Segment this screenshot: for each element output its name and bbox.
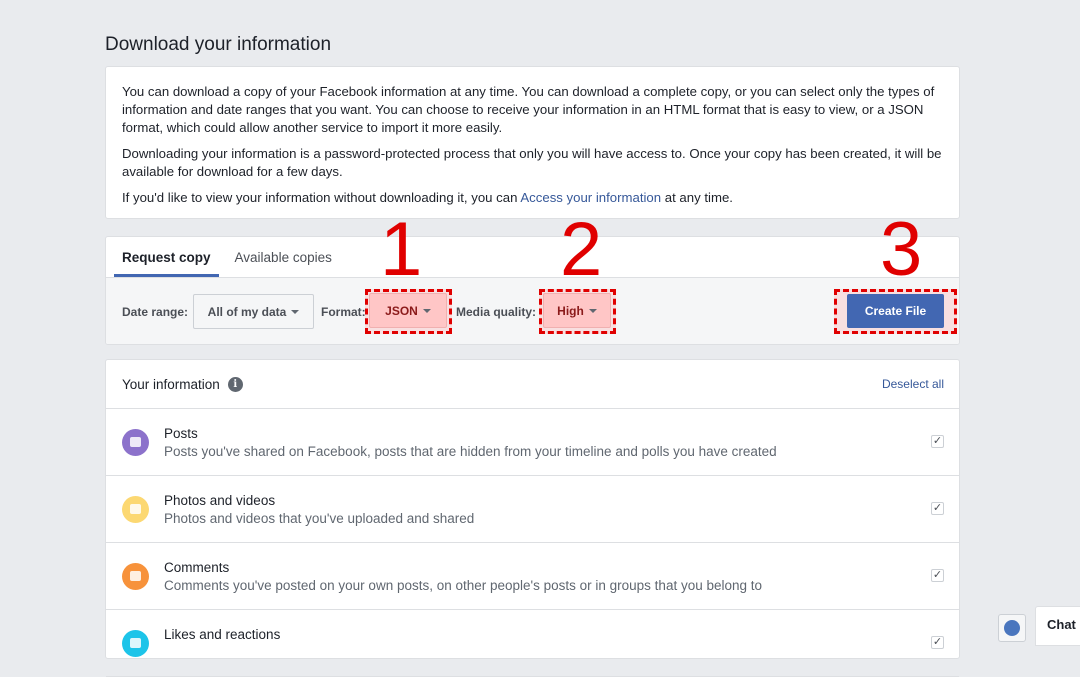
category-icon (122, 429, 149, 456)
create-file-button[interactable]: Create File (847, 294, 944, 328)
intro-text: You can download a copy of your Facebook… (122, 84, 935, 135)
your-information-card: Your information i Deselect all Posts Po… (105, 359, 960, 677)
date-range-label: Date range: (122, 305, 189, 319)
format-label: Format: (321, 305, 366, 319)
caret-down-icon (422, 308, 431, 313)
annotation-number: 2 (560, 207, 603, 292)
info-category-row[interactable]: Photos and videos Photos and videos that… (106, 476, 959, 543)
tabs: Request copy Available copies (106, 237, 959, 278)
access-your-information-link[interactable]: Access your information (520, 190, 661, 205)
category-icon (122, 630, 149, 657)
info-icon[interactable]: i (227, 376, 243, 392)
category-checkbox[interactable]: ✓ (931, 569, 944, 582)
text: at any time. (661, 190, 733, 205)
category-title: Posts (164, 426, 198, 441)
annotation-number: 3 (880, 207, 923, 292)
format-select[interactable]: JSON (369, 293, 447, 328)
section-title: Your information (122, 376, 220, 392)
caret-down-icon (291, 309, 300, 314)
chat-button[interactable]: Chat (1035, 606, 1080, 646)
filter-bar: Date range: All of my data Format: JSON … (106, 278, 959, 344)
caret-down-icon (588, 308, 597, 313)
category-description: Posts you've shared on Facebook, posts t… (164, 444, 777, 459)
annotation-number: 1 (380, 207, 423, 292)
request-panel: Request copy Available copies Date range… (105, 236, 960, 345)
category-description: Comments you've posted on your own posts… (164, 578, 763, 593)
category-description: Photos and videos that you've uploaded a… (164, 511, 475, 526)
media-quality-select[interactable]: High (543, 293, 611, 328)
date-range-select[interactable]: All of my data (193, 294, 314, 329)
format-value: JSON (385, 303, 418, 318)
tab-available-copies[interactable]: Available copies (227, 237, 340, 277)
info-category-row[interactable]: Likes and reactions ✓ (106, 610, 959, 677)
intro-text: If you'd like to view your information w… (122, 189, 943, 207)
your-information-header: Your information i Deselect all (106, 360, 959, 409)
category-title: Photos and videos (164, 493, 276, 508)
category-checkbox[interactable]: ✓ (931, 636, 944, 649)
date-range-value: All of my data (207, 304, 287, 319)
category-checkbox[interactable]: ✓ (931, 435, 944, 448)
info-category-row[interactable]: Posts Posts you've shared on Facebook, p… (106, 409, 959, 476)
category-icon (122, 496, 149, 523)
category-title: Comments (164, 560, 230, 575)
intro-text: Downloading your information is a passwo… (122, 146, 942, 179)
info-category-row[interactable]: Comments Comments you've posted on your … (106, 543, 959, 610)
media-quality-label: Media quality: (456, 305, 537, 319)
category-icon (122, 563, 149, 590)
category-checkbox[interactable]: ✓ (931, 502, 944, 515)
media-quality-value: High (557, 303, 584, 318)
deselect-all-link[interactable]: Deselect all (882, 377, 944, 391)
text: If you'd like to view your information w… (122, 190, 521, 205)
tab-request-copy[interactable]: Request copy (114, 237, 219, 277)
globe-icon[interactable] (998, 614, 1026, 642)
page-title: Download your information (105, 34, 332, 55)
intro-card: You can download a copy of your Facebook… (105, 66, 960, 219)
